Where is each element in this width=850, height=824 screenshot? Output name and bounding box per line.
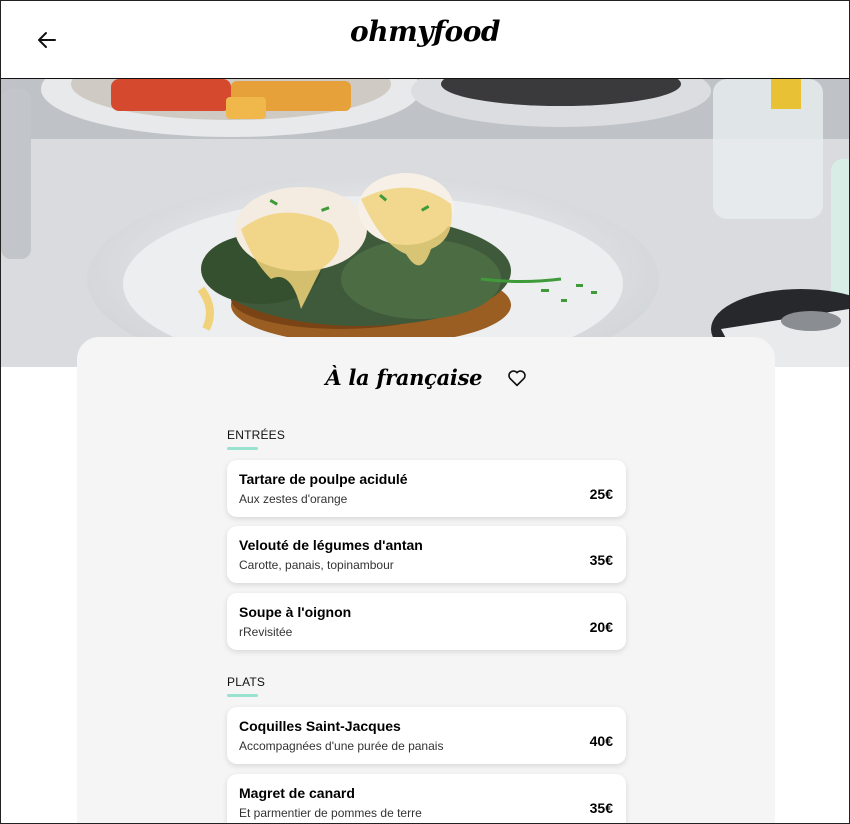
app-frame: ohmyfood À la française ENTRÉES Tartare … bbox=[0, 0, 850, 824]
restaurant-title: À la française bbox=[325, 365, 483, 390]
hero-image bbox=[1, 79, 849, 367]
dish-card[interactable]: Tartare de poulpe acidulé Aux zestes d'o… bbox=[227, 460, 626, 517]
top-header: ohmyfood bbox=[1, 1, 849, 79]
dish-name: Coquilles Saint-Jacques bbox=[239, 718, 401, 734]
dish-description: Aux zestes d'orange bbox=[239, 492, 348, 506]
dish-name: Soupe à l'oignon bbox=[239, 604, 352, 620]
dish-name: Velouté de légumes d'antan bbox=[239, 537, 423, 553]
dish-price: 25€ bbox=[589, 486, 613, 502]
dish-price: 20€ bbox=[589, 619, 613, 635]
dish-description: Et parmentier de pommes de terre bbox=[239, 806, 422, 820]
dish-name: Magret de canard bbox=[239, 785, 355, 801]
dish-price: 35€ bbox=[589, 800, 613, 816]
section-label-plats: PLATS bbox=[227, 675, 266, 697]
heart-outline-icon[interactable] bbox=[507, 369, 527, 387]
menu-card: À la française ENTRÉES Tartare de poulpe… bbox=[77, 337, 775, 823]
dish-card[interactable]: Velouté de légumes d'antan Carotte, pana… bbox=[227, 526, 626, 583]
dish-name: Tartare de poulpe acidulé bbox=[239, 471, 408, 487]
title-row: À la française bbox=[77, 365, 775, 390]
dish-card[interactable]: Magret de canard Et parmentier de pommes… bbox=[227, 774, 626, 823]
brand-logo[interactable]: ohmyfood bbox=[1, 15, 849, 48]
dish-card[interactable]: Soupe à l'oignon rRevisitée 20€ bbox=[227, 593, 626, 650]
dish-price: 40€ bbox=[589, 733, 613, 749]
eggs-benedict-photo bbox=[1, 79, 849, 367]
dish-card[interactable]: Coquilles Saint-Jacques Accompagnées d'u… bbox=[227, 707, 626, 764]
section-label-entrees: ENTRÉES bbox=[227, 428, 286, 450]
dish-price: 35€ bbox=[589, 552, 613, 568]
dish-description: rRevisitée bbox=[239, 625, 293, 639]
dish-description: Accompagnées d'une purée de panais bbox=[239, 739, 444, 753]
dish-description: Carotte, panais, topinambour bbox=[239, 558, 394, 572]
